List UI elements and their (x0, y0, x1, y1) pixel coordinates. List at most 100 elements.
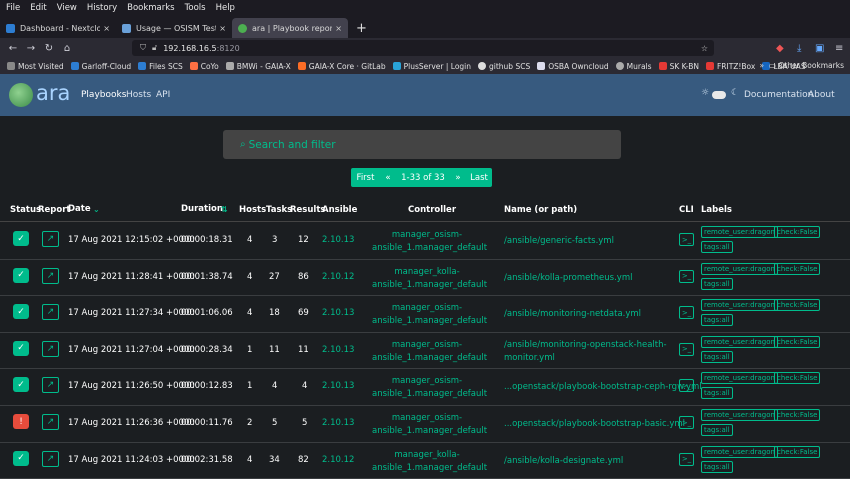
row-playbook-name[interactable]: /ansible/kolla-designate.yml (504, 455, 674, 468)
row-controller[interactable]: manager_osism-ansible_1.manager_default (372, 375, 487, 401)
row-playbook-name[interactable]: ...openstack/playbook-bootstrap-basic.ym… (504, 418, 685, 431)
cli-terminal-icon[interactable]: >_ (679, 269, 694, 283)
cli-terminal-icon[interactable]: >_ (679, 416, 694, 429)
bookmark-most-visited[interactable]: Most Visited (7, 62, 64, 71)
col-date[interactable]: Date (68, 204, 91, 214)
label-tags[interactable]: tags:all (701, 314, 733, 327)
label-tags[interactable]: tags:all (701, 350, 733, 363)
label-remote-user[interactable]: remote_user:dragon (701, 226, 778, 238)
status-success-icon[interactable]: ✓ (13, 304, 29, 320)
label-remote-user[interactable]: remote_user:dragon (701, 299, 778, 312)
menu-tools[interactable]: Tools (185, 3, 206, 13)
tab-nextcloud[interactable]: Dashboard - Nextcloud SCS × (0, 18, 116, 38)
status-success-icon[interactable]: ✓ (13, 267, 29, 283)
report-link-icon[interactable]: ↗ (42, 231, 59, 247)
label-check[interactable]: check:False (774, 299, 821, 312)
pager-next[interactable]: » (450, 168, 466, 187)
bookmark-osba[interactable]: OSBA Owncloud (537, 62, 609, 71)
pager-last[interactable]: Last (466, 168, 492, 187)
row-ansible-version[interactable]: 2.10.13 (322, 308, 354, 318)
row-playbook-name[interactable]: ...openstack/playbook-bootstrap-ceph-rgw… (504, 381, 702, 394)
cli-terminal-icon[interactable]: >_ (679, 452, 694, 466)
bookmark-gitlab[interactable]: GAIA-X Core · GitLab (297, 62, 386, 71)
row-ansible-version[interactable]: 2.10.13 (322, 235, 354, 245)
label-check[interactable]: check:False (774, 335, 821, 348)
label-tags[interactable]: tags:all (701, 424, 733, 436)
bookmark-murals[interactable]: Murals (615, 62, 652, 71)
row-controller[interactable]: manager_osism-ansible_1.manager_default (372, 229, 487, 255)
status-success-icon[interactable]: ✓ (13, 231, 29, 246)
download-icon[interactable]: ⤓ (797, 43, 801, 54)
close-tab-icon[interactable]: × (219, 24, 226, 33)
table-row[interactable]: ✓ ↗ 17 Aug 2021 11:24:03 +0000 00:02:31.58 4… (0, 443, 850, 479)
nav-hosts[interactable]: Hosts (126, 90, 151, 100)
search-input[interactable]: ⌕ Search and filter (223, 130, 621, 159)
nav-documentation[interactable]: Documentation (744, 90, 813, 100)
label-remote-user[interactable]: remote_user:dragon (701, 372, 778, 385)
row-controller[interactable]: manager_osism-ansible_1.manager_default (372, 339, 487, 365)
bookmark-files-scs[interactable]: Files SCS (138, 62, 183, 71)
bookmark-fritzbox[interactable]: FRITZ!Box (705, 62, 755, 71)
bookmark-bmwi[interactable]: BMWi - GAIA-X (225, 62, 291, 71)
cli-terminal-icon[interactable]: >_ (679, 379, 694, 393)
row-ansible-version[interactable]: 2.10.12 (322, 455, 354, 465)
home-icon[interactable]: ⌂ (58, 43, 76, 54)
status-success-icon[interactable]: ✓ (13, 340, 29, 356)
bookmark-garloff-cloud[interactable]: Garloff-Cloud (70, 62, 131, 71)
table-row[interactable]: ✓ ↗ 17 Aug 2021 12:15:02 +0000 00:00:18.31 4… (0, 223, 850, 260)
other-bookmarks[interactable]: » ▭ Other Bookmarks (760, 61, 844, 70)
pager-first[interactable]: First (351, 168, 380, 187)
bookmark-github[interactable]: github SCS (478, 62, 530, 71)
row-controller[interactable]: manager_osism-ansible_1.manager_default (372, 302, 487, 328)
pager-prev[interactable]: « (380, 168, 396, 187)
new-tab-button[interactable]: + (356, 21, 367, 36)
label-tags[interactable]: tags:all (701, 387, 733, 400)
row-ansible-version[interactable]: 2.10.13 (322, 418, 354, 428)
label-tags[interactable]: tags:all (701, 460, 733, 473)
table-row[interactable]: ✓ ↗ 17 Aug 2021 11:27:34 +0000 00:01:06.06 4… (0, 296, 850, 333)
pocket-icon[interactable]: ◆ (776, 43, 784, 54)
row-ansible-version[interactable]: 2.10.12 (322, 272, 354, 282)
sort-desc-icon[interactable]: ⌄ (93, 205, 100, 214)
label-remote-user[interactable]: remote_user:dragon (701, 445, 778, 458)
report-link-icon[interactable]: ↗ (42, 340, 59, 357)
row-playbook-name[interactable]: /ansible/monitoring-openstack-health-mon… (504, 339, 674, 365)
menu-history[interactable]: History (87, 3, 117, 13)
label-check[interactable]: check:False (774, 372, 821, 385)
cli-terminal-icon[interactable]: >_ (679, 233, 694, 246)
forward-icon[interactable]: → (22, 43, 40, 54)
bookmark-sk-kbn[interactable]: SK K-BN (658, 62, 699, 71)
label-remote-user[interactable]: remote_user:dragon (701, 335, 778, 348)
menu-view[interactable]: View (57, 3, 77, 13)
menu-icon[interactable]: ≡ (835, 43, 843, 54)
table-row[interactable]: ✓ ↗ 17 Aug 2021 11:28:41 +0000 00:01:38.74 4… (0, 260, 850, 297)
table-row[interactable]: ✓ ↗ 17 Aug 2021 11:27:04 +0000 00:00:28.34 1… (0, 333, 850, 370)
url-bar[interactable]: ⛉ 🔓︎ 192.168.16.5:8120 ☆ (132, 40, 714, 56)
menu-help[interactable]: Help (216, 3, 235, 13)
bookmark-coyo[interactable]: CoYo (189, 62, 219, 71)
col-duration[interactable]: Duration (181, 204, 223, 214)
row-ansible-version[interactable]: 2.10.13 (322, 381, 354, 391)
report-link-icon[interactable]: ↗ (42, 267, 59, 284)
menu-edit[interactable]: Edit (30, 3, 46, 13)
nav-about[interactable]: About (808, 90, 835, 100)
theme-toggle[interactable] (712, 91, 726, 99)
nav-playbooks[interactable]: Playbooks (81, 90, 126, 100)
cli-terminal-icon[interactable]: >_ (679, 306, 694, 320)
tab-ara[interactable]: ara | Playbook reports: 1-3 × (232, 18, 348, 38)
status-success-icon[interactable]: ✓ (13, 450, 29, 466)
close-tab-icon[interactable]: × (103, 24, 110, 33)
row-controller[interactable]: manager_osism-ansible_1.manager_default (372, 412, 487, 438)
sort-icon[interactable]: ⇅ (221, 205, 228, 214)
table-row[interactable]: ✓ ↗ 17 Aug 2021 11:26:50 +0000 00:00:12.83 1… (0, 369, 850, 406)
bookmark-plusserver[interactable]: PlusServer | Login (392, 62, 471, 71)
label-tags[interactable]: tags:all (701, 241, 733, 253)
label-tags[interactable]: tags:all (701, 277, 733, 290)
report-link-icon[interactable]: ↗ (42, 377, 59, 394)
back-icon[interactable]: ← (4, 43, 22, 54)
menu-file[interactable]: File (6, 3, 20, 13)
cli-terminal-icon[interactable]: >_ (679, 342, 694, 356)
label-check[interactable]: check:False (774, 262, 821, 275)
report-link-icon[interactable]: ↗ (42, 304, 59, 321)
label-check[interactable]: check:False (774, 226, 821, 238)
